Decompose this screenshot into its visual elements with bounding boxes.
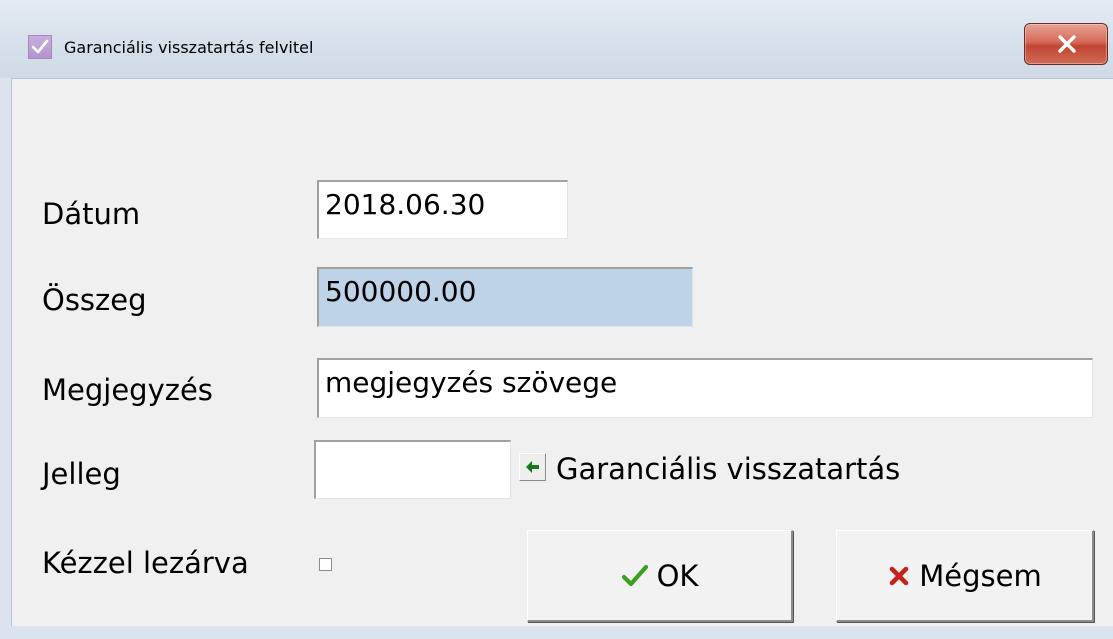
ok-button-label: OK xyxy=(656,558,699,593)
title-bar[interactable]: Garanciális visszatartás felvitel xyxy=(0,0,1113,78)
ok-button[interactable]: OK xyxy=(527,530,793,622)
kezzel-lezarva-label: Kézzel lezárva xyxy=(42,546,249,580)
megjegyzes-label: Megjegyzés xyxy=(42,373,213,407)
datum-label: Dátum xyxy=(42,197,141,231)
arrow-left-icon xyxy=(526,461,539,473)
checkmark-icon xyxy=(621,564,649,588)
window-title: Garanciális visszatartás felvitel xyxy=(64,38,314,57)
dialog-window: Garanciális visszatartás felvitel Dátum … xyxy=(0,0,1113,639)
osszeg-label: Összeg xyxy=(42,283,147,317)
jelleg-label: Jelleg xyxy=(42,457,121,491)
jelleg-input[interactable] xyxy=(314,440,511,499)
datum-input[interactable]: 2018.06.30 xyxy=(317,180,568,239)
close-button[interactable] xyxy=(1024,23,1108,65)
cancel-button-label: Mégsem xyxy=(919,558,1042,593)
jelleg-lookup-text: Garanciális visszatartás xyxy=(556,452,901,486)
checkmark-icon xyxy=(28,35,52,59)
megjegyzes-input[interactable]: megjegyzés szövege xyxy=(317,358,1093,418)
close-icon xyxy=(1058,35,1076,53)
kezzel-lezarva-checkbox[interactable] xyxy=(319,558,332,571)
cancel-button[interactable]: Mégsem xyxy=(836,530,1094,622)
osszeg-input[interactable]: 500000.00 xyxy=(317,267,693,327)
jelleg-lookup-button[interactable] xyxy=(519,453,546,481)
x-icon xyxy=(887,564,911,588)
